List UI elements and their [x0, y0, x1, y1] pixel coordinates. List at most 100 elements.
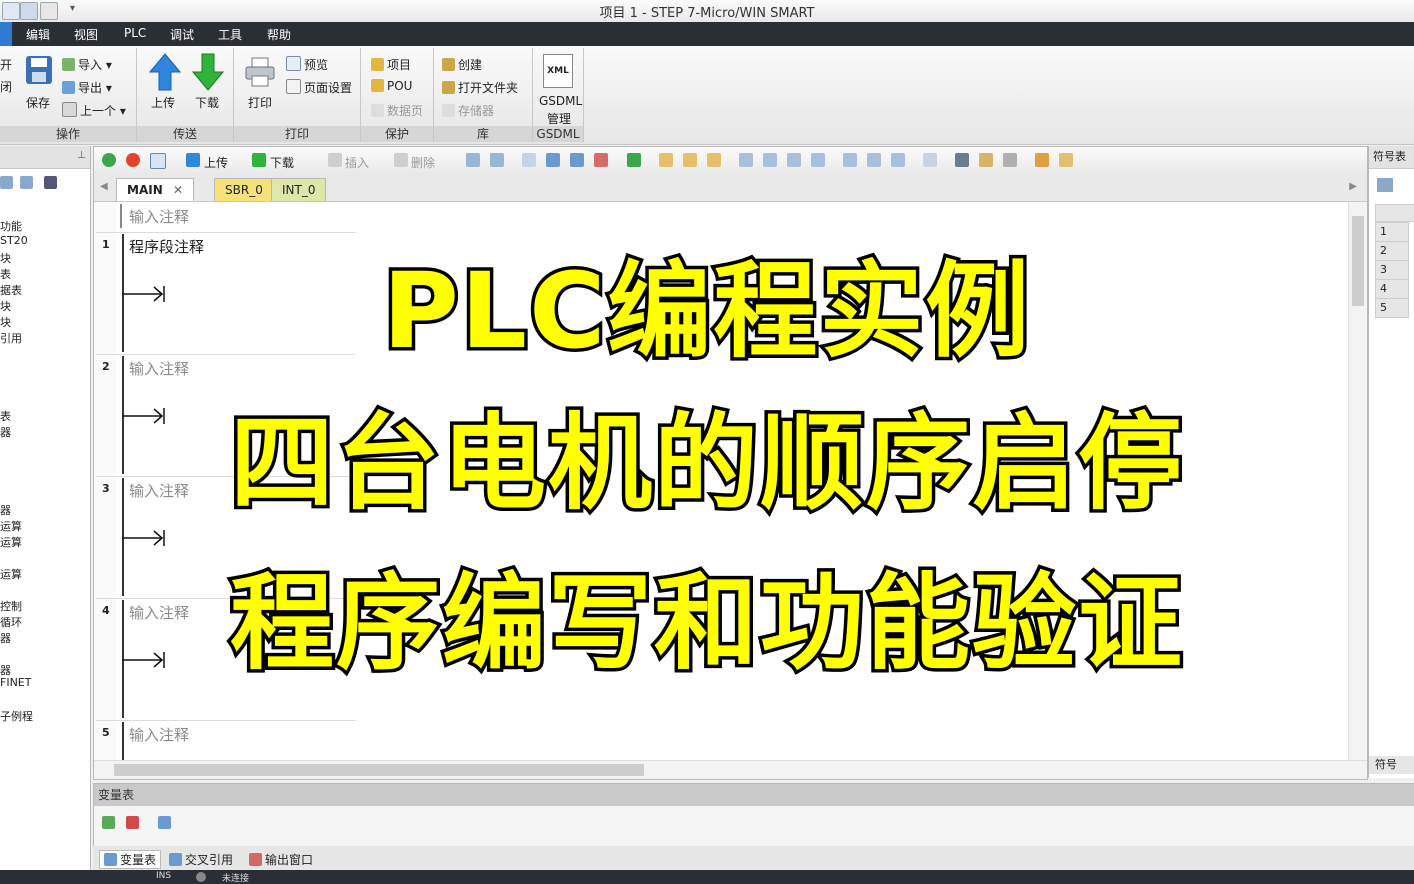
download-arrow-icon	[192, 53, 224, 91]
toolbar-tool-icon[interactable]	[1059, 153, 1073, 167]
connection-status: 未连接	[222, 874, 250, 884]
toolbar-tool-icon[interactable]	[979, 153, 993, 167]
stop-icon[interactable]	[126, 153, 140, 167]
toolbar-tool-icon[interactable]	[787, 153, 801, 167]
tree-tool-icon[interactable]	[44, 176, 57, 189]
tab-variable-table[interactable]: 变量表	[99, 850, 162, 869]
pin-icon[interactable]: ⊥	[77, 150, 86, 161]
group-label-protect: 保护	[361, 126, 433, 142]
horizontal-scrollbar[interactable]	[94, 760, 1367, 779]
toolbar-tool-icon[interactable]	[570, 153, 584, 167]
toolbar-tool-icon[interactable]	[466, 153, 480, 167]
upload-button[interactable]: 上传	[151, 94, 175, 111]
menu-plc[interactable]: PLC	[124, 26, 146, 40]
file-menu-tab[interactable]	[0, 22, 12, 46]
print-button[interactable]: 打印	[248, 94, 272, 111]
export-icon	[62, 81, 75, 94]
group-label-transfer: 传送	[137, 126, 233, 142]
menu-edit[interactable]: 编辑	[26, 26, 50, 43]
tab-sbr0[interactable]: SBR_0	[214, 178, 274, 201]
toolbar-tool-icon[interactable]	[811, 153, 825, 167]
insert-row-icon[interactable]	[102, 816, 115, 829]
gsdml-button[interactable]: GSDML	[539, 94, 582, 108]
delete-icon[interactable]	[394, 153, 408, 167]
close-button[interactable]: 闭	[0, 78, 12, 95]
save-icon	[26, 56, 52, 84]
lock-icon[interactable]	[683, 153, 697, 167]
tab-main[interactable]: MAIN ✕	[116, 178, 194, 201]
toolbar-tool-icon[interactable]	[763, 153, 777, 167]
toolbar-insert-button[interactable]: 插入	[345, 154, 369, 171]
menu-view[interactable]: 视图	[74, 26, 98, 43]
tab-scroll-left-icon[interactable]: ◀	[100, 181, 108, 192]
preview-button[interactable]: 预览	[286, 56, 328, 73]
key-icon	[371, 79, 384, 92]
symbol-tool-icon[interactable]	[1377, 178, 1393, 192]
open-button[interactable]: 开	[0, 56, 12, 73]
toolbar-tool-icon[interactable]	[923, 153, 937, 167]
lock-icon[interactable]	[659, 153, 673, 167]
page-setup-button[interactable]: 页面设置	[286, 79, 352, 96]
close-tab-icon[interactable]: ✕	[173, 183, 183, 197]
export-button[interactable]: 导出 ▾	[62, 79, 112, 96]
open-folder-button[interactable]: 打开文件夹	[442, 79, 518, 96]
box-icon[interactable]	[891, 153, 905, 167]
toolbar-tool-icon[interactable]	[955, 153, 969, 167]
toolbar-delete-button[interactable]: 删除	[411, 154, 435, 171]
pou-comment[interactable]: 输入注释	[129, 206, 189, 227]
group-label-gsdml: GSDML	[533, 126, 583, 142]
symbol-table-header	[1375, 204, 1414, 222]
menu-debug[interactable]: 调试	[170, 26, 194, 43]
previous-icon	[62, 102, 77, 117]
horizontal-scroll-thumb[interactable]	[114, 764, 644, 776]
editor-toolbar: 上传 下载 插入 删除	[94, 147, 1367, 176]
import-button[interactable]: 导入 ▾	[62, 56, 112, 73]
previous-button[interactable]: 上一个 ▾	[62, 102, 126, 119]
toolbar-tool-icon[interactable]	[627, 153, 641, 167]
xml-file-icon: XML	[543, 54, 573, 88]
tree-item[interactable]: 子例程	[0, 708, 33, 724]
download-button[interactable]: 下载	[195, 94, 219, 111]
variable-table-panel: 变量表	[93, 783, 1414, 847]
toolbar-tool-icon[interactable]	[594, 153, 608, 167]
tab-int0[interactable]: INT_0	[271, 178, 327, 201]
gsdml-manage-label: 管理	[547, 112, 572, 126]
toolbar-tool-icon[interactable]	[546, 153, 560, 167]
key-icon	[371, 58, 384, 71]
toolbar-download-button[interactable]: 下载	[270, 154, 294, 171]
insert-icon[interactable]	[328, 153, 342, 167]
tab-output-window[interactable]: 输出窗口	[249, 851, 313, 868]
tree-tool-icon[interactable]	[0, 176, 13, 189]
network-comment[interactable]: 输入注释	[129, 724, 189, 745]
delete-row-icon[interactable]	[126, 816, 139, 829]
memory-button[interactable]: 存储器	[442, 102, 494, 119]
contact-icon[interactable]	[843, 153, 857, 167]
tab-scroll-right-icon[interactable]: ▶	[1349, 181, 1357, 192]
save-button[interactable]: 保存	[26, 94, 50, 111]
upload-icon[interactable]	[186, 153, 200, 167]
toolbar-tool-icon[interactable]	[1035, 153, 1049, 167]
refresh-icon[interactable]	[158, 816, 171, 829]
create-library-button[interactable]: 创建	[442, 56, 482, 73]
toolbar-tool-icon[interactable]	[1003, 153, 1017, 167]
network-separator	[96, 720, 356, 721]
window-title: 项目 1 - STEP 7-Micro/WIN SMART	[599, 6, 815, 21]
protect-datapage-button[interactable]: 数据页	[371, 102, 423, 119]
tree-tool-icon[interactable]	[20, 176, 33, 189]
toolbar-upload-button[interactable]: 上传	[204, 154, 228, 171]
printer-icon	[245, 57, 275, 87]
protect-project-button[interactable]: 项目	[371, 56, 411, 73]
symbol-tab[interactable]: 符号	[1369, 756, 1414, 774]
menu-tools[interactable]: 工具	[218, 26, 242, 43]
toolbar-tool-icon[interactable]	[522, 153, 536, 167]
tab-cross-reference[interactable]: 交叉引用	[169, 851, 233, 868]
toolbar-tool-icon[interactable]	[739, 153, 753, 167]
download-icon[interactable]	[252, 153, 266, 167]
run-icon[interactable]	[102, 153, 116, 167]
compile-icon[interactable]	[150, 153, 166, 169]
toolbar-tool-icon[interactable]	[490, 153, 504, 167]
protect-pou-button[interactable]: POU	[371, 79, 412, 93]
menu-help[interactable]: 帮助	[267, 26, 291, 43]
lock-icon[interactable]	[707, 153, 721, 167]
coil-icon[interactable]	[867, 153, 881, 167]
